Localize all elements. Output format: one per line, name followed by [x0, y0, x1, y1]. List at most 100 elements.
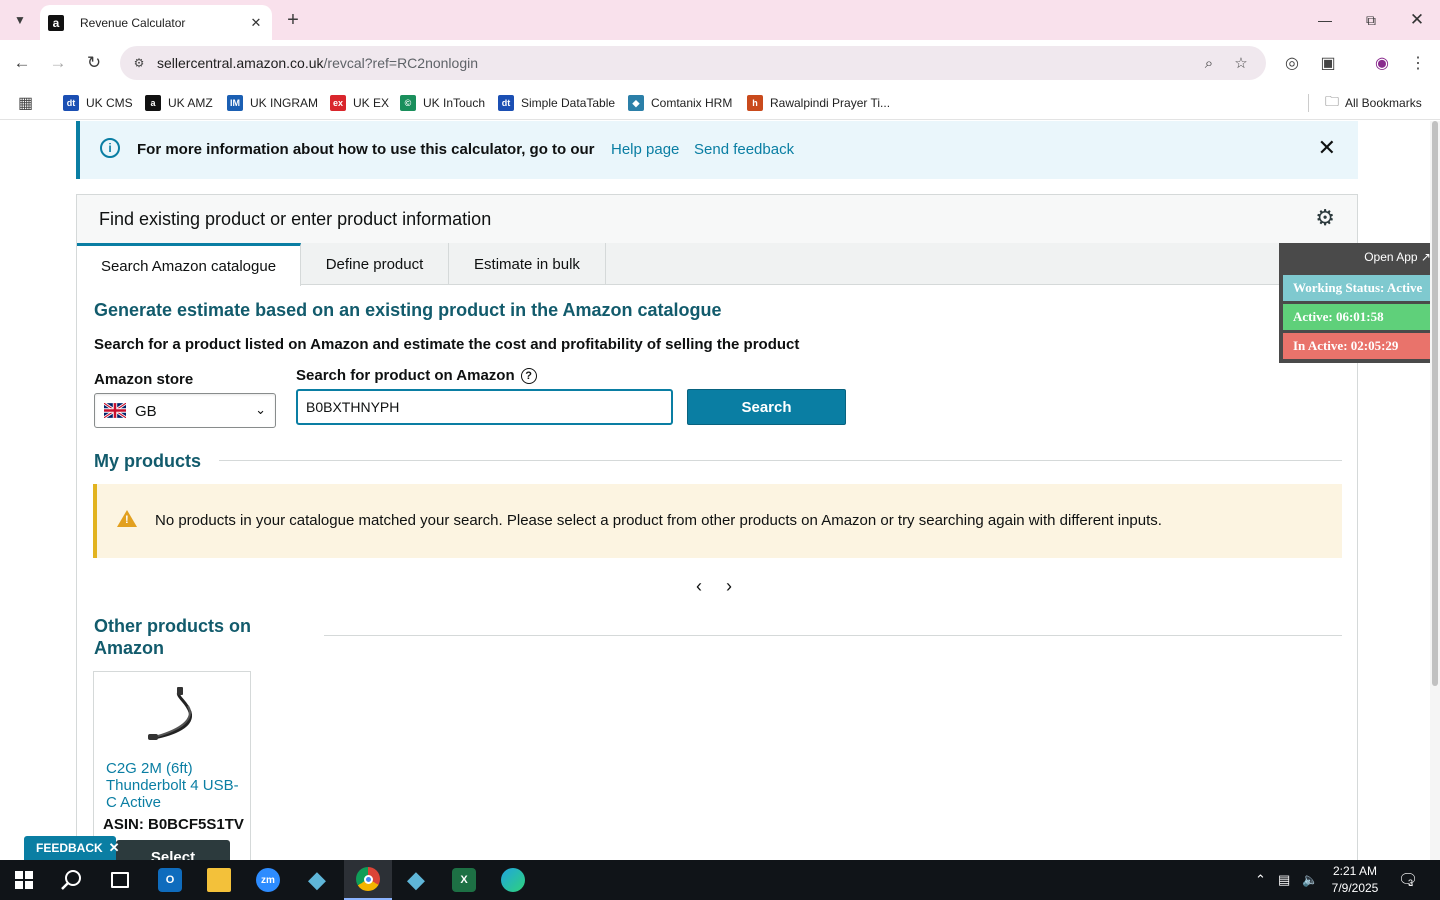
excel-icon[interactable]: X — [440, 860, 488, 900]
work-status-widget: Open App ↗ Working Status: Active Active… — [1279, 243, 1439, 363]
open-app-link[interactable]: Open App ↗ — [1364, 250, 1431, 264]
bookmark-uk-intouch[interactable]: © UK InTouch — [400, 92, 485, 114]
forward-icon[interactable]: → — [46, 51, 70, 75]
product-name-link[interactable]: C2G 2M (6ft) Thunderbolt 4 USB-C Active — [106, 760, 246, 811]
tray-chevron-icon[interactable]: ⌃ — [1255, 872, 1266, 888]
bookmark-uk-ex[interactable]: ex UK EX — [330, 92, 389, 114]
apps-grid-icon[interactable]: ▦ — [18, 92, 33, 114]
extensions-icon[interactable]: ▣ — [1316, 51, 1340, 75]
bookmark-uk-amz[interactable]: a UK AMZ — [145, 92, 213, 114]
bookmark-comtanix-hrm[interactable]: ◆ Comtanix HRM — [628, 92, 732, 114]
tab-define-product[interactable]: Define product — [301, 243, 449, 285]
restore-icon[interactable]: ⧉ — [1355, 8, 1387, 32]
amazon-store-select[interactable]: GB ⌄ — [94, 393, 276, 428]
search-product-label: Search for product on Amazon? — [296, 367, 537, 384]
bookmark-star-icon[interactable]: ☆ — [1232, 54, 1250, 72]
datatable-icon: dt — [498, 95, 514, 111]
tab-search-chevron-icon[interactable]: ▼ — [8, 8, 32, 32]
feedback-close-icon[interactable]: ✕ — [109, 840, 120, 856]
profile-icon[interactable]: ◉ — [1370, 51, 1394, 75]
url-text: sellercentral.amazon.co.uk/revcal?ref=RC… — [157, 55, 479, 71]
search-icon[interactable] — [48, 860, 96, 900]
banner-text: For more information about how to use th… — [137, 141, 595, 158]
help-page-link[interactable]: Help page — [611, 141, 679, 158]
search-input[interactable] — [296, 389, 673, 425]
select-product-button[interactable]: Select — [116, 840, 230, 860]
comtanix-icon: ◆ — [628, 95, 644, 111]
feedback-tab[interactable]: FEEDBACK ✕ — [24, 836, 120, 860]
tab-search-amazon-catalogue[interactable]: Search Amazon catalogue — [77, 243, 301, 286]
bookmark-rawalpindi-prayer[interactable]: h Rawalpindi Prayer Ti... — [747, 92, 890, 114]
panel-tabs: Search Amazon catalogue Define product E… — [77, 243, 1357, 286]
page-scrollbar[interactable] — [1430, 121, 1440, 860]
all-bookmarks[interactable]: 🗀 All Bookmarks — [1325, 92, 1422, 114]
task-view-icon[interactable] — [96, 860, 144, 900]
panel-heading: Find existing product or enter product i… — [99, 209, 492, 229]
info-banner: i For more information about how to use … — [76, 121, 1358, 179]
datatable-icon: dt — [63, 95, 79, 111]
zoom-app-icon[interactable]: zm — [244, 860, 292, 900]
translate-icon[interactable]: ◎ — [1280, 51, 1304, 75]
volume-muted-icon[interactable]: 🔈 — [1302, 872, 1318, 888]
app-diamond-icon[interactable]: ◆ — [293, 860, 341, 900]
prayer-icon: h — [747, 95, 763, 111]
site-info-icon[interactable]: ⚙ — [130, 54, 148, 72]
bookmark-uk-ingram[interactable]: IM UK INGRAM — [227, 92, 318, 114]
minimize-icon[interactable]: — — [1309, 8, 1341, 32]
app-diamond-icon-2[interactable]: ◆ — [392, 860, 440, 900]
browser-tab[interactable]: a Revenue Calculator ✕ — [40, 5, 272, 40]
bookmark-simple-datatable[interactable]: dt Simple DataTable — [498, 92, 615, 114]
warning-icon: ! — [117, 510, 137, 527]
network-icon[interactable]: ▤ — [1278, 872, 1290, 888]
back-icon[interactable]: ← — [10, 51, 34, 75]
scrollbar-thumb[interactable] — [1432, 121, 1438, 686]
product-asin: ASIN: B0BCF5S1TV — [103, 816, 244, 833]
window-close-icon[interactable]: ✕ — [1401, 8, 1433, 32]
folder-icon: 🗀 — [1325, 93, 1339, 109]
chrome-icon[interactable] — [344, 860, 392, 900]
zoom-icon[interactable]: ⌕ — [1200, 54, 1218, 72]
send-feedback-link[interactable]: Send feedback — [694, 141, 794, 158]
tab-strip: ▼ a Revenue Calculator ✕ + — ⧉ ✕ — [0, 0, 1440, 40]
next-page-icon[interactable]: › — [726, 576, 732, 597]
product-card[interactable]: C2G 2M (6ft) Thunderbolt 4 USB-C Active … — [93, 671, 251, 860]
tab-close-icon[interactable]: ✕ — [248, 15, 264, 31]
working-status-row: Working Status: Active — [1283, 275, 1435, 301]
tab-estimate-in-bulk[interactable]: Estimate in bulk — [449, 243, 606, 285]
panel-header: Find existing product or enter product i… — [77, 195, 1357, 243]
uk-flag-icon — [104, 403, 126, 418]
amazon-favicon-icon: a — [48, 14, 64, 31]
file-explorer-icon[interactable] — [195, 860, 243, 900]
reload-icon[interactable]: ↻ — [82, 51, 106, 75]
inactive-time-row: In Active: 02:05:29 — [1283, 333, 1435, 359]
generate-estimate-title: Generate estimate based on an existing p… — [94, 300, 722, 320]
banner-close-icon[interactable]: ✕ — [1318, 135, 1336, 161]
product-panel: Find existing product or enter product i… — [76, 194, 1358, 860]
new-tab-icon[interactable]: + — [282, 8, 304, 32]
active-time-row: Active: 06:01:58 — [1283, 304, 1435, 330]
chevron-down-icon: ⌄ — [255, 402, 266, 417]
amazon-store-label: Amazon store — [94, 371, 194, 388]
browser-toolbar: ← → ↻ ⚙ sellercentral.amazon.co.uk/revca… — [0, 40, 1440, 86]
my-products-title: My products — [94, 451, 202, 471]
no-products-alert: ! No products in your catalogue matched … — [93, 484, 1342, 558]
divider — [219, 460, 1342, 461]
outlook-icon[interactable]: O — [146, 860, 194, 900]
prev-page-icon[interactable]: ‹ — [696, 576, 702, 597]
menu-kebab-icon[interactable]: ⋮ — [1406, 51, 1430, 75]
address-bar[interactable]: ⚙ sellercentral.amazon.co.uk/revcal?ref=… — [120, 46, 1266, 80]
cable-product-image — [148, 687, 192, 740]
notifications-icon[interactable]: 🗨 3 — [1398, 870, 1418, 890]
help-icon[interactable]: ? — [520, 368, 537, 384]
bookmarks-divider — [1308, 94, 1309, 112]
bookmark-uk-cms[interactable]: dt UK CMS — [63, 92, 133, 114]
search-button[interactable]: Search — [687, 389, 846, 425]
other-products-title: Other products on Amazon — [94, 616, 251, 658]
clock-time: 2:21 AM — [1332, 864, 1378, 878]
tab-title: Revenue Calculator — [80, 15, 186, 30]
system-clock[interactable]: 2:21 AM 7/9/2025 — [1330, 863, 1380, 897]
edge-icon[interactable] — [489, 860, 537, 900]
gear-icon[interactable]: ⚙ — [1315, 205, 1335, 231]
ex-icon: ex — [330, 95, 346, 111]
windows-start-icon[interactable] — [0, 860, 48, 900]
